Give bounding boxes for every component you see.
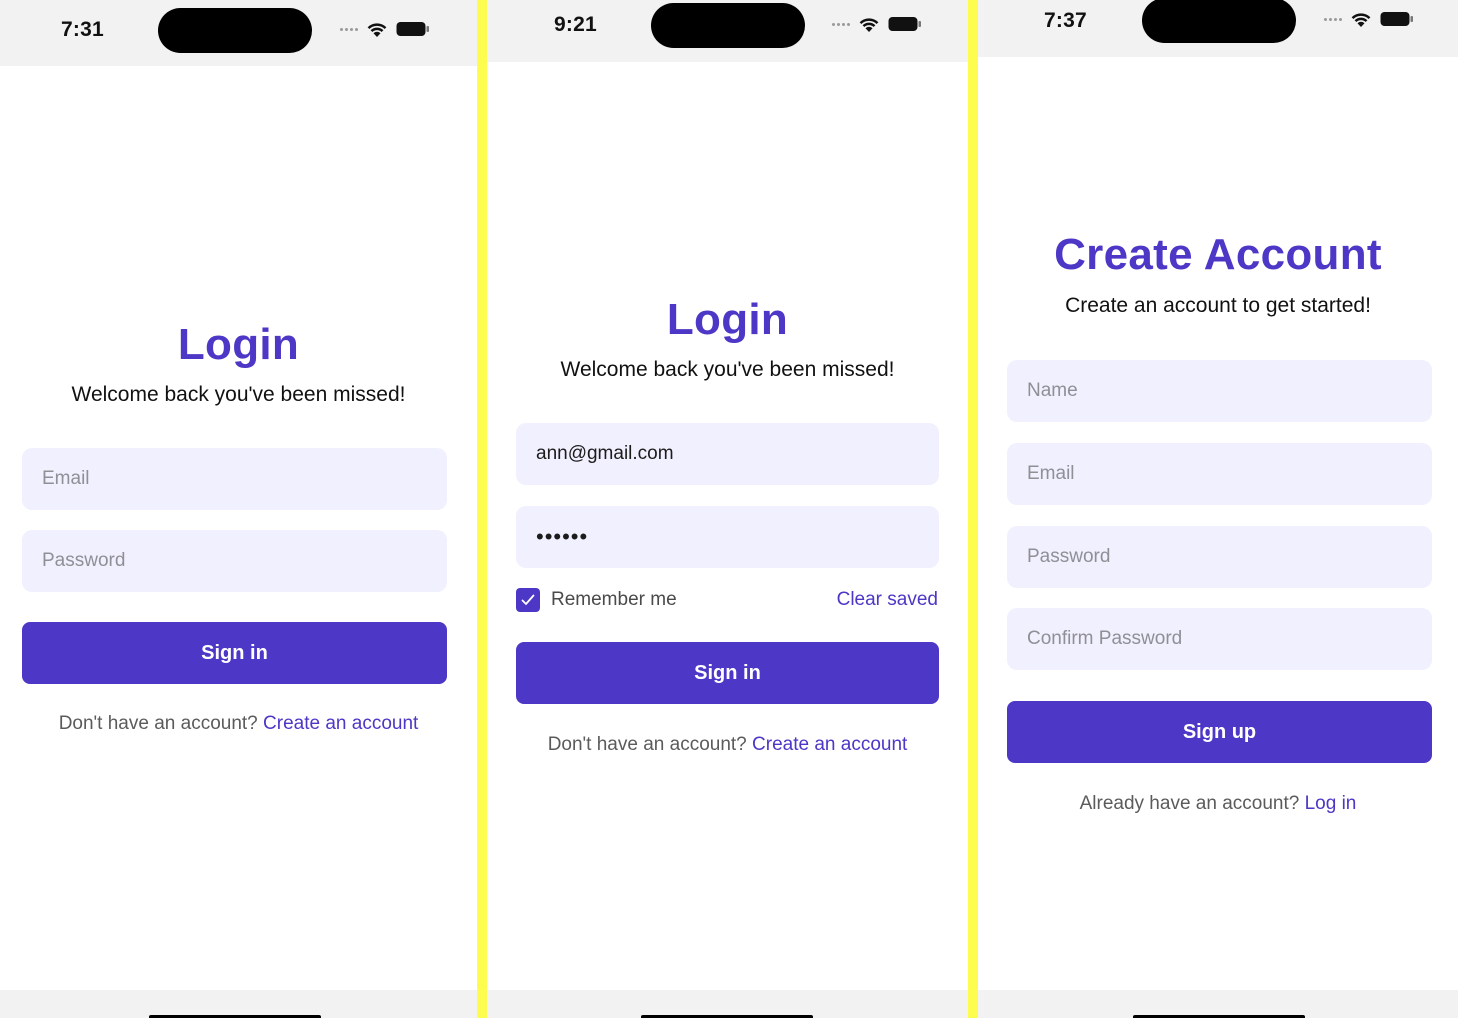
home-indicator-bar xyxy=(978,990,1458,1018)
cellular-dots-icon xyxy=(1324,17,1342,21)
sign-in-button[interactable]: Sign in xyxy=(516,642,939,704)
wifi-icon xyxy=(367,23,387,37)
status-bar: 9:21 xyxy=(487,0,968,62)
status-time: 7:37 xyxy=(1044,9,1087,32)
battery-icon xyxy=(396,22,429,36)
sign-up-button[interactable]: Sign up xyxy=(1007,701,1432,763)
remember-me-label: Remember me xyxy=(551,589,677,610)
clear-saved-link[interactable]: Clear saved xyxy=(837,589,938,611)
dynamic-island xyxy=(1142,0,1296,43)
create-account-link[interactable]: Create an account xyxy=(263,713,418,734)
battery-icon xyxy=(1380,12,1413,26)
wifi-icon xyxy=(1351,13,1371,27)
status-time: 9:21 xyxy=(554,13,597,36)
page-subtitle: Create an account to get started! xyxy=(1065,294,1371,317)
status-icons xyxy=(340,20,430,38)
create-account-screen: 7:37 Create Account Create an account to… xyxy=(978,0,1458,1018)
footer-prompt-text: Don't have an account? xyxy=(58,713,258,734)
status-icons xyxy=(1324,10,1414,28)
status-time: 7:31 xyxy=(61,18,104,41)
status-bar: 7:31 xyxy=(0,0,477,66)
status-bar: 7:37 xyxy=(978,0,1458,57)
password-field[interactable]: Password xyxy=(22,530,447,592)
home-indicator-bar xyxy=(0,990,477,1018)
battery-icon xyxy=(888,17,921,31)
cellular-dots-icon xyxy=(832,22,850,26)
dynamic-island xyxy=(158,8,312,53)
create-account-prompt: Don't have an account? Create an account xyxy=(0,713,477,735)
log-in-link[interactable]: Log in xyxy=(1305,793,1357,814)
page-title: Login xyxy=(666,295,789,344)
page-subtitle: Welcome back you've been missed! xyxy=(560,358,895,381)
sign-in-button[interactable]: Sign in xyxy=(22,622,447,684)
password-field[interactable]: •••••• xyxy=(516,506,939,568)
remember-me-checkbox[interactable] xyxy=(516,588,540,612)
confirm-password-field[interactable]: Confirm Password xyxy=(1007,608,1432,670)
email-field[interactable]: Email xyxy=(1007,443,1432,505)
panel-divider xyxy=(477,0,487,1018)
password-field[interactable]: Password xyxy=(1007,526,1432,588)
remember-me-row[interactable]: Remember me xyxy=(516,588,677,612)
create-account-link[interactable]: Create an account xyxy=(752,734,907,755)
create-account-prompt: Don't have an account? Create an account xyxy=(487,734,968,756)
status-icons xyxy=(832,15,922,33)
panel-divider xyxy=(968,0,978,1018)
wifi-icon xyxy=(859,18,879,32)
page-title: Create Account xyxy=(1054,230,1382,279)
email-field[interactable]: ann@gmail.com xyxy=(516,423,939,485)
screenshot-stage: 7:31 Login Welcome back you've been miss… xyxy=(0,0,1458,1018)
footer-prompt-text: Already have an account? xyxy=(1079,793,1300,814)
page-subtitle: Welcome back you've been missed! xyxy=(71,383,406,406)
login-screen-filled: 9:21 Login Welcome back you've been miss… xyxy=(487,0,968,1018)
email-field[interactable]: Email xyxy=(22,448,447,510)
checkmark-icon xyxy=(521,594,535,605)
login-prompt: Already have an account? Log in xyxy=(978,793,1458,815)
footer-prompt-text: Don't have an account? xyxy=(547,734,747,755)
home-indicator-bar xyxy=(487,990,968,1018)
dynamic-island xyxy=(651,3,805,48)
login-screen-empty: 7:31 Login Welcome back you've been miss… xyxy=(0,0,477,1018)
name-field[interactable]: Name xyxy=(1007,360,1432,422)
cellular-dots-icon xyxy=(340,27,358,31)
page-title: Login xyxy=(177,320,300,369)
